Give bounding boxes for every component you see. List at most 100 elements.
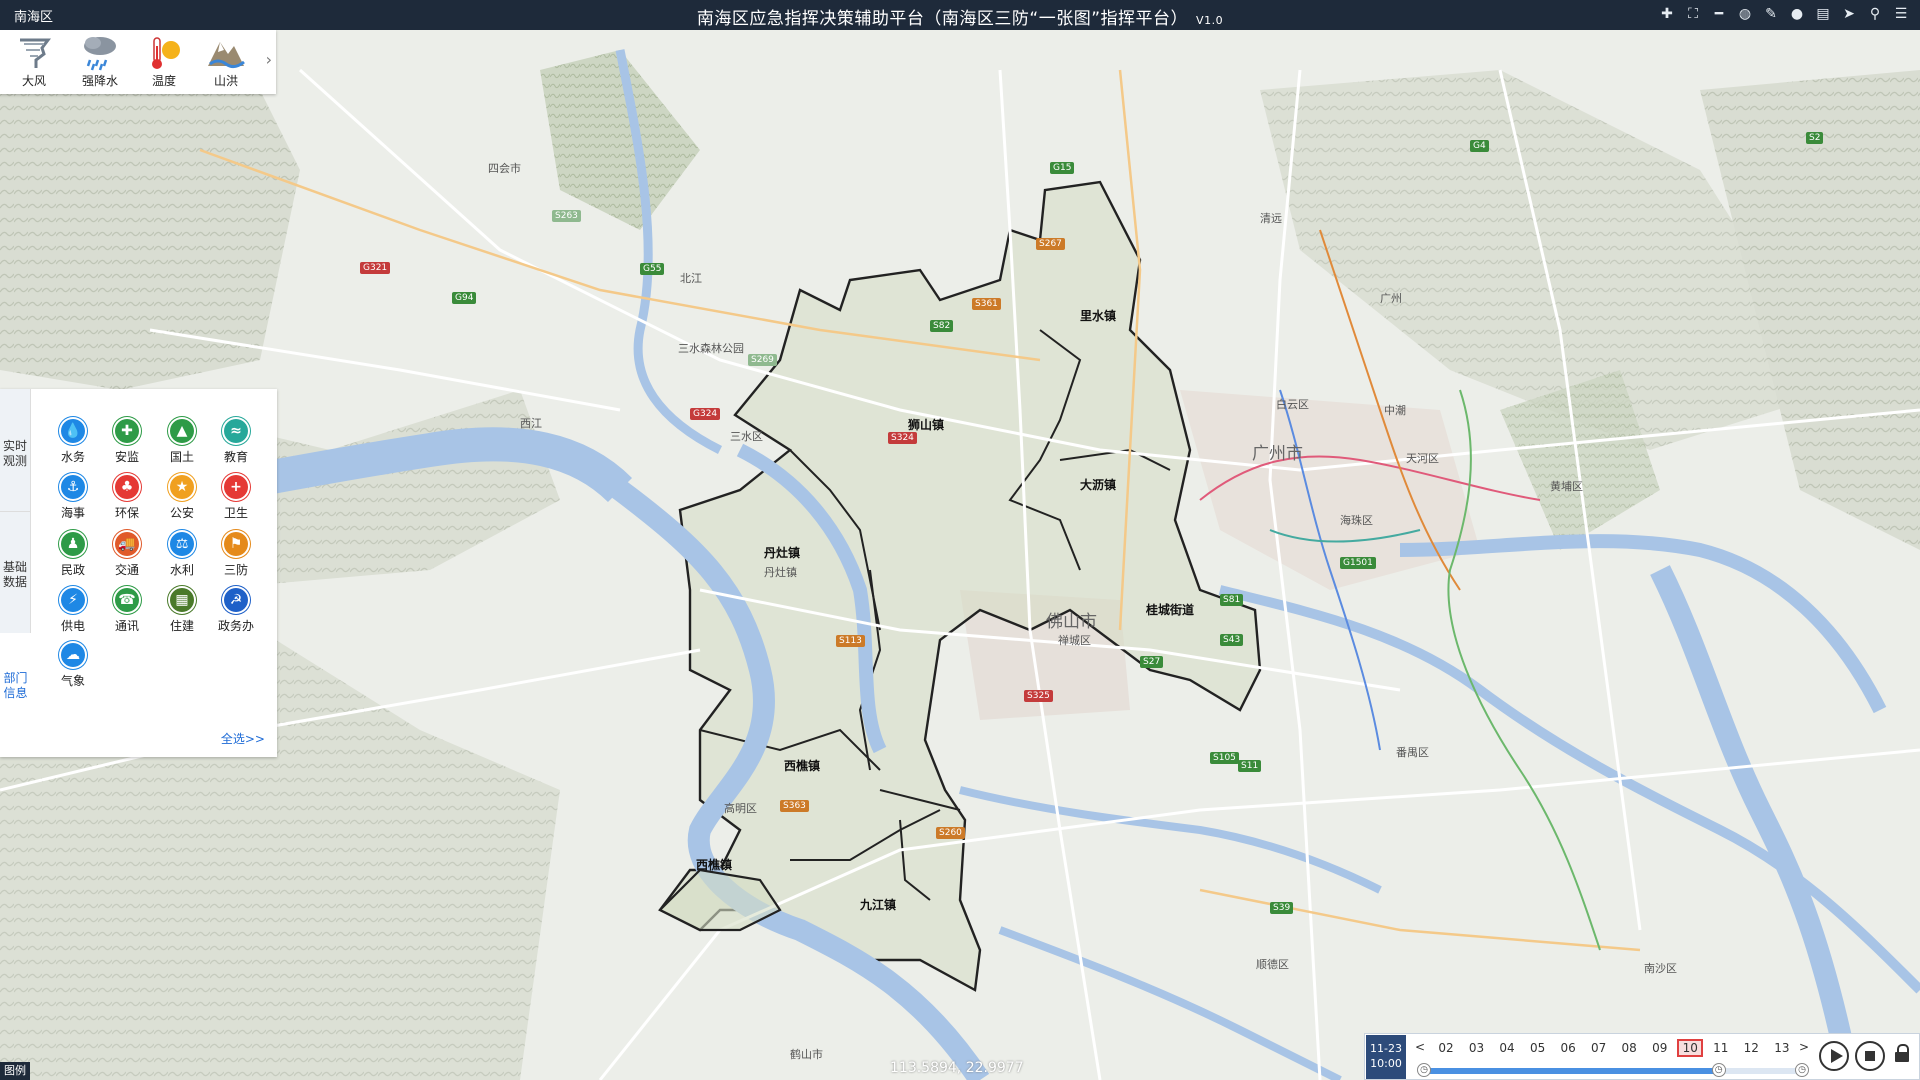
- weather-item-wind[interactable]: 大风: [6, 34, 62, 89]
- category-item-land[interactable]: ▲ 国土: [157, 417, 207, 465]
- category-tabs: 实时观测 基础数据 部门信息: [0, 389, 31, 757]
- drop-icon[interactable]: ●: [1788, 4, 1806, 24]
- category-item-water-conservancy[interactable]: ⚖ 水利: [157, 530, 207, 578]
- place-label: 番禺区: [1396, 746, 1429, 759]
- map-canvas[interactable]: 广州市 佛山市 里水镇 狮山镇 大沥镇 丹灶镇 桂城街道 西樵镇 九江镇 西樵镇…: [0, 30, 1920, 1080]
- category-item-telecom[interactable]: ☎ 通讯: [102, 586, 152, 634]
- legend-button[interactable]: 图例: [0, 1062, 30, 1080]
- category-item-label: 水利: [169, 563, 194, 577]
- category-item-power[interactable]: ⚡ 供电: [48, 586, 98, 634]
- category-item-label: 安监: [114, 450, 139, 464]
- category-item-label: 政务办: [217, 619, 254, 633]
- document-icon[interactable]: ▤: [1814, 4, 1832, 24]
- place-label: 天河区: [1406, 452, 1439, 465]
- tab-department-info[interactable]: 部门信息: [0, 633, 31, 757]
- category-item-label: 水务: [60, 450, 85, 464]
- globe-icon[interactable]: ◍: [1736, 4, 1754, 24]
- category-item-water-affairs[interactable]: 💧 水务: [48, 417, 98, 465]
- search-icon[interactable]: ⚲: [1866, 4, 1884, 24]
- civil-affairs-icon: ♟: [59, 530, 87, 558]
- stop-button[interactable]: [1855, 1041, 1885, 1071]
- town-label-jiujiang: 九江镇: [860, 898, 897, 912]
- database-icon[interactable]: ☰: [1892, 4, 1910, 24]
- timeline-hours: 02 03 04 05 06 07 08 09 10 11 12 13: [1433, 1039, 1795, 1057]
- weather-next-button[interactable]: ›: [266, 50, 272, 69]
- tab-realtime-observation[interactable]: 实时观测: [0, 389, 31, 511]
- timeline-end-clock-icon[interactable]: ◷: [1795, 1063, 1809, 1077]
- category-item-traffic[interactable]: 🚚 交通: [102, 530, 152, 578]
- plus-icon[interactable]: ✚: [1658, 4, 1676, 24]
- play-button[interactable]: [1819, 1041, 1849, 1071]
- timeline-progress-fill: [1427, 1068, 1719, 1074]
- select-all-link[interactable]: 全选>>: [221, 730, 265, 747]
- town-label-danzao: 丹灶镇: [764, 546, 801, 560]
- road-shield: S27: [1140, 656, 1164, 668]
- category-item-education[interactable]: ≈ 教育: [211, 417, 261, 465]
- timeline-prev-button[interactable]: <: [1415, 1040, 1425, 1054]
- category-item-meteorology[interactable]: ☁ 气象: [48, 641, 98, 689]
- tab-basic-data[interactable]: 基础数据: [0, 511, 31, 633]
- timeline-hour-07[interactable]: 07: [1586, 1039, 1612, 1057]
- category-item-maritime[interactable]: ⚓ 海事: [48, 473, 98, 521]
- timeline-hour-10[interactable]: 10: [1677, 1039, 1704, 1057]
- timeline-hour-02[interactable]: 02: [1433, 1039, 1459, 1057]
- road-shield: S113: [836, 635, 865, 647]
- road-shield: G4: [1470, 140, 1489, 152]
- category-item-label: 住建: [169, 619, 194, 633]
- category-item-label: 交通: [114, 563, 139, 577]
- maritime-icon: ⚓: [59, 473, 87, 501]
- timeline-hour-06[interactable]: 06: [1555, 1039, 1581, 1057]
- timeline-hour-03[interactable]: 03: [1464, 1039, 1490, 1057]
- road-shield: S324: [888, 432, 917, 444]
- place-label: 鹤山市: [790, 1048, 823, 1061]
- lock-icon[interactable]: [1895, 1044, 1909, 1062]
- timeline-date: 11-23: [1370, 1042, 1402, 1055]
- category-item-government[interactable]: ☭ 政务办: [211, 586, 261, 634]
- city-label-foshan: 佛山市: [1046, 612, 1097, 632]
- town-label-lishui: 里水镇: [1080, 309, 1117, 323]
- category-item-label: 供电: [60, 619, 85, 633]
- category-item-environment[interactable]: ♣ 环保: [102, 473, 152, 521]
- housing-icon: ▦: [168, 586, 196, 614]
- place-label: 黄埔区: [1550, 480, 1583, 493]
- category-item-housing[interactable]: ▦ 住建: [157, 586, 207, 634]
- weather-item-heavy-rain[interactable]: 强降水: [72, 34, 128, 89]
- timeline-hour-09[interactable]: 09: [1647, 1039, 1673, 1057]
- road-shield: S11: [1238, 760, 1262, 772]
- send-icon[interactable]: ➤: [1840, 4, 1858, 24]
- category-item-safety[interactable]: ✚ 安监: [102, 417, 152, 465]
- timeline-handle-clock-icon[interactable]: ◷: [1711, 1063, 1726, 1077]
- timeline-track[interactable]: [1427, 1068, 1801, 1074]
- minus-icon[interactable]: ━: [1710, 4, 1728, 24]
- category-item-health[interactable]: + 卫生: [211, 473, 261, 521]
- category-item-civil-affairs[interactable]: ♟ 民政: [48, 530, 98, 578]
- category-item-three-defense[interactable]: ⚑ 三防: [211, 530, 261, 578]
- timeline-hour-13[interactable]: 13: [1769, 1039, 1795, 1057]
- fullscreen-icon[interactable]: ⛶: [1684, 4, 1702, 24]
- timeline-hour-04[interactable]: 04: [1494, 1039, 1520, 1057]
- edit-icon[interactable]: ✎: [1762, 4, 1780, 24]
- road-shield: S39: [1270, 902, 1294, 914]
- health-icon: +: [222, 473, 250, 501]
- road-shield: S267: [1036, 238, 1065, 250]
- timeline-hour-12[interactable]: 12: [1738, 1039, 1764, 1057]
- category-item-label: 公安: [169, 506, 194, 520]
- category-item-label: 通讯: [114, 619, 139, 633]
- toolbar: ✚ ⛶ ━ ◍ ✎ ● ▤ ➤ ⚲ ☰: [1658, 4, 1910, 24]
- road-shield: S260: [936, 827, 965, 839]
- police-icon: ★: [168, 473, 196, 501]
- telecom-icon: ☎: [113, 586, 141, 614]
- road-shield: S82: [930, 320, 954, 332]
- timeline-current-datetime: 11-23 10:00: [1366, 1035, 1406, 1079]
- weather-item-flash-flood[interactable]: 山洪: [198, 34, 254, 89]
- timeline-start-clock-icon[interactable]: ◷: [1417, 1063, 1431, 1077]
- road-shield: G321: [360, 262, 391, 274]
- timeline-hour-11[interactable]: 11: [1708, 1039, 1734, 1057]
- place-label: 白云区: [1276, 398, 1309, 411]
- category-item-police[interactable]: ★ 公安: [157, 473, 207, 521]
- weather-item-temperature[interactable]: 温度: [136, 34, 192, 89]
- timeline-hour-08[interactable]: 08: [1616, 1039, 1642, 1057]
- timeline-next-button[interactable]: >: [1799, 1040, 1809, 1054]
- timeline-hour-05[interactable]: 05: [1525, 1039, 1551, 1057]
- place-label: 南沙区: [1644, 962, 1677, 975]
